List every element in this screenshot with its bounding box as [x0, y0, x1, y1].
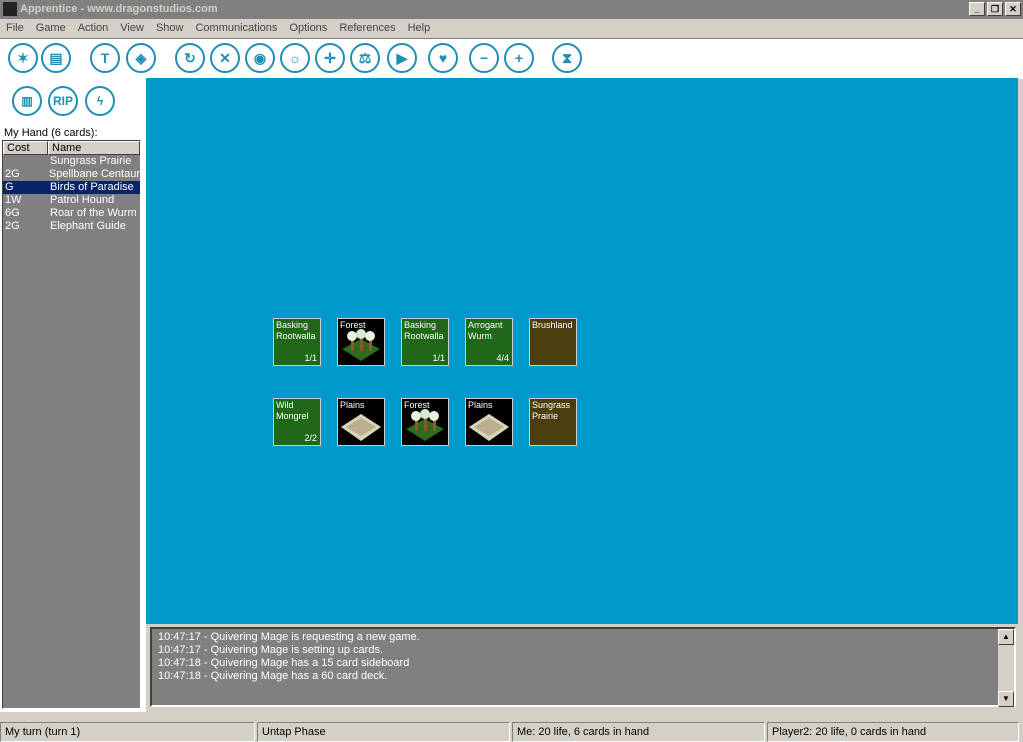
- menu-view[interactable]: View: [114, 19, 150, 37]
- list-item[interactable]: 2G Elephant Guide: [3, 220, 140, 233]
- card-cost: 2G: [5, 220, 20, 232]
- refresh-icon[interactable]: ↻: [175, 43, 205, 73]
- menu-file[interactable]: File: [0, 19, 30, 37]
- list-item[interactable]: 1W Patrol Hound: [3, 194, 140, 207]
- heart-minus-icon[interactable]: −: [469, 43, 499, 73]
- card-title: Plains: [468, 400, 493, 410]
- card-power-toughness: 4/4: [496, 353, 509, 363]
- battlefield[interactable]: Basking Rootwalla 1/1 Forest Basking Roo…: [146, 78, 1018, 624]
- battlefield-card[interactable]: Basking Rootwalla 1/1: [273, 318, 321, 366]
- tag-icon[interactable]: ◈: [126, 43, 156, 73]
- card-power-toughness: 1/1: [432, 353, 445, 363]
- cards-icon[interactable]: ▤: [41, 43, 71, 73]
- battlefield-card[interactable]: Plains: [465, 398, 513, 446]
- tools-icon[interactable]: ✕: [210, 43, 240, 73]
- card-name: Patrol Hound: [50, 194, 115, 206]
- battlefield-card[interactable]: Forest: [401, 398, 449, 446]
- list-item[interactable]: Sungrass Prairie: [3, 155, 140, 168]
- restore-button[interactable]: ❐: [987, 2, 1003, 16]
- status-turn: My turn (turn 1): [0, 722, 255, 742]
- heart-plus-icon[interactable]: +: [504, 43, 534, 73]
- cost-column-header[interactable]: Cost: [3, 141, 48, 155]
- menu-show[interactable]: Show: [150, 19, 190, 37]
- book-icon[interactable]: ▥: [12, 86, 42, 116]
- card-power-toughness: 2/2: [304, 433, 317, 443]
- menu-bar: File Game Action View Show Communication…: [0, 19, 1023, 37]
- battlefield-card[interactable]: Brushland: [529, 318, 577, 366]
- sun-icon[interactable]: ☼: [280, 43, 310, 73]
- card-title: Arrogant Wurm: [468, 320, 503, 341]
- card-title: Forest: [404, 400, 430, 410]
- left-panel: ▥ RIP ϟ My Hand (6 cards): Cost Name Sun…: [0, 78, 146, 712]
- log-line: 10:47:17 - Quivering Mage is setting up …: [158, 644, 384, 656]
- list-item-selected[interactable]: G Birds of Paradise: [3, 181, 140, 194]
- card-name: Sungrass Prairie: [50, 155, 132, 167]
- close-button[interactable]: ✕: [1005, 2, 1021, 16]
- card-title: Forest: [340, 320, 366, 330]
- heart-icon[interactable]: ♥: [428, 43, 458, 73]
- eye-icon[interactable]: ◉: [245, 43, 275, 73]
- status-bar: My turn (turn 1) Untap Phase Me: 20 life…: [0, 722, 1023, 742]
- title-bar: Apprentice - www.dragonstudios.com _ ❐ ✕: [0, 0, 1023, 19]
- lightning-icon[interactable]: ϟ: [85, 86, 115, 116]
- hourglass-icon[interactable]: ⧗: [552, 43, 582, 73]
- scales-icon[interactable]: ⚖: [350, 43, 380, 73]
- crosshair-icon[interactable]: ✛: [315, 43, 345, 73]
- card-name: Roar of the Wurm: [50, 207, 137, 219]
- scroll-track[interactable]: [998, 645, 1014, 691]
- log-line: 10:47:18 - Quivering Mage has a 15 card …: [158, 657, 410, 669]
- minimize-button[interactable]: _: [969, 2, 985, 16]
- card-name: Spellbane Centaur: [48, 168, 140, 180]
- scroll-up-icon[interactable]: ▲: [998, 629, 1014, 645]
- hand-list[interactable]: Cost Name Sungrass Prairie 2G Spellbane …: [2, 140, 141, 709]
- card-cost: G: [5, 181, 14, 193]
- status-me: Me: 20 life, 6 cards in hand: [512, 722, 765, 742]
- hand-header: Cost Name: [3, 141, 140, 155]
- list-item[interactable]: 2G Spellbane Centaur: [3, 168, 140, 181]
- rip-icon[interactable]: RIP: [48, 86, 78, 116]
- window-title: Apprentice - www.dragonstudios.com: [20, 3, 218, 15]
- card-title: Brushland: [532, 320, 573, 330]
- star-burst-icon[interactable]: ✶: [8, 43, 38, 73]
- card-name: Elephant Guide: [50, 220, 126, 232]
- card-title: Wild Mongrel: [276, 400, 309, 421]
- menu-help[interactable]: Help: [402, 19, 437, 37]
- toolbar: ✶ ▤ T ◈ ↻ ✕ ◉ ☼ ✛ ⚖ ▶ ♥ − + ⧗: [0, 38, 1023, 79]
- menu-references[interactable]: References: [333, 19, 401, 37]
- name-column-header[interactable]: Name: [48, 141, 140, 155]
- app-icon: [3, 2, 17, 16]
- rip-label: RIP: [52, 94, 73, 108]
- menu-communications[interactable]: Communications: [189, 19, 283, 37]
- hammer-icon[interactable]: T: [90, 43, 120, 73]
- card-name: Birds of Paradise: [50, 181, 134, 193]
- card-title: Plains: [340, 400, 365, 410]
- card-cost: 1W: [5, 194, 22, 206]
- status-opponent: Player2: 20 life, 0 cards in hand: [767, 722, 1019, 742]
- log-line: 10:47:17 - Quivering Mage is requesting …: [158, 631, 420, 643]
- battlefield-card[interactable]: Plains: [337, 398, 385, 446]
- card-title: Basking Rootwalla: [404, 320, 444, 341]
- hand-label: My Hand (6 cards):: [4, 127, 98, 139]
- card-cost: [3, 155, 48, 168]
- card-cost: 6G: [5, 207, 20, 219]
- card-cost: 2G: [5, 168, 20, 180]
- battlefield-card[interactable]: Forest: [337, 318, 385, 366]
- message-log[interactable]: 10:47:17 - Quivering Mage is requesting …: [150, 627, 1016, 707]
- menu-game[interactable]: Game: [30, 19, 72, 37]
- play-icon[interactable]: ▶: [387, 43, 417, 73]
- log-scrollbar[interactable]: ▲ ▼: [998, 629, 1014, 707]
- card-power-toughness: 1/1: [304, 353, 317, 363]
- card-title: Sungrass Prairie: [532, 400, 571, 421]
- list-item[interactable]: 6G Roar of the Wurm: [3, 207, 140, 220]
- battlefield-card[interactable]: Sungrass Prairie: [529, 398, 577, 446]
- scroll-down-icon[interactable]: ▼: [998, 691, 1014, 707]
- menu-action[interactable]: Action: [72, 19, 115, 37]
- battlefield-card[interactable]: Wild Mongrel 2/2: [273, 398, 321, 446]
- status-phase: Untap Phase: [257, 722, 510, 742]
- log-line: 10:47:18 - Quivering Mage has a 60 card …: [158, 670, 388, 682]
- battlefield-card[interactable]: Basking Rootwalla 1/1: [401, 318, 449, 366]
- card-title: Basking Rootwalla: [276, 320, 316, 341]
- menu-options[interactable]: Options: [283, 19, 333, 37]
- battlefield-card[interactable]: Arrogant Wurm 4/4: [465, 318, 513, 366]
